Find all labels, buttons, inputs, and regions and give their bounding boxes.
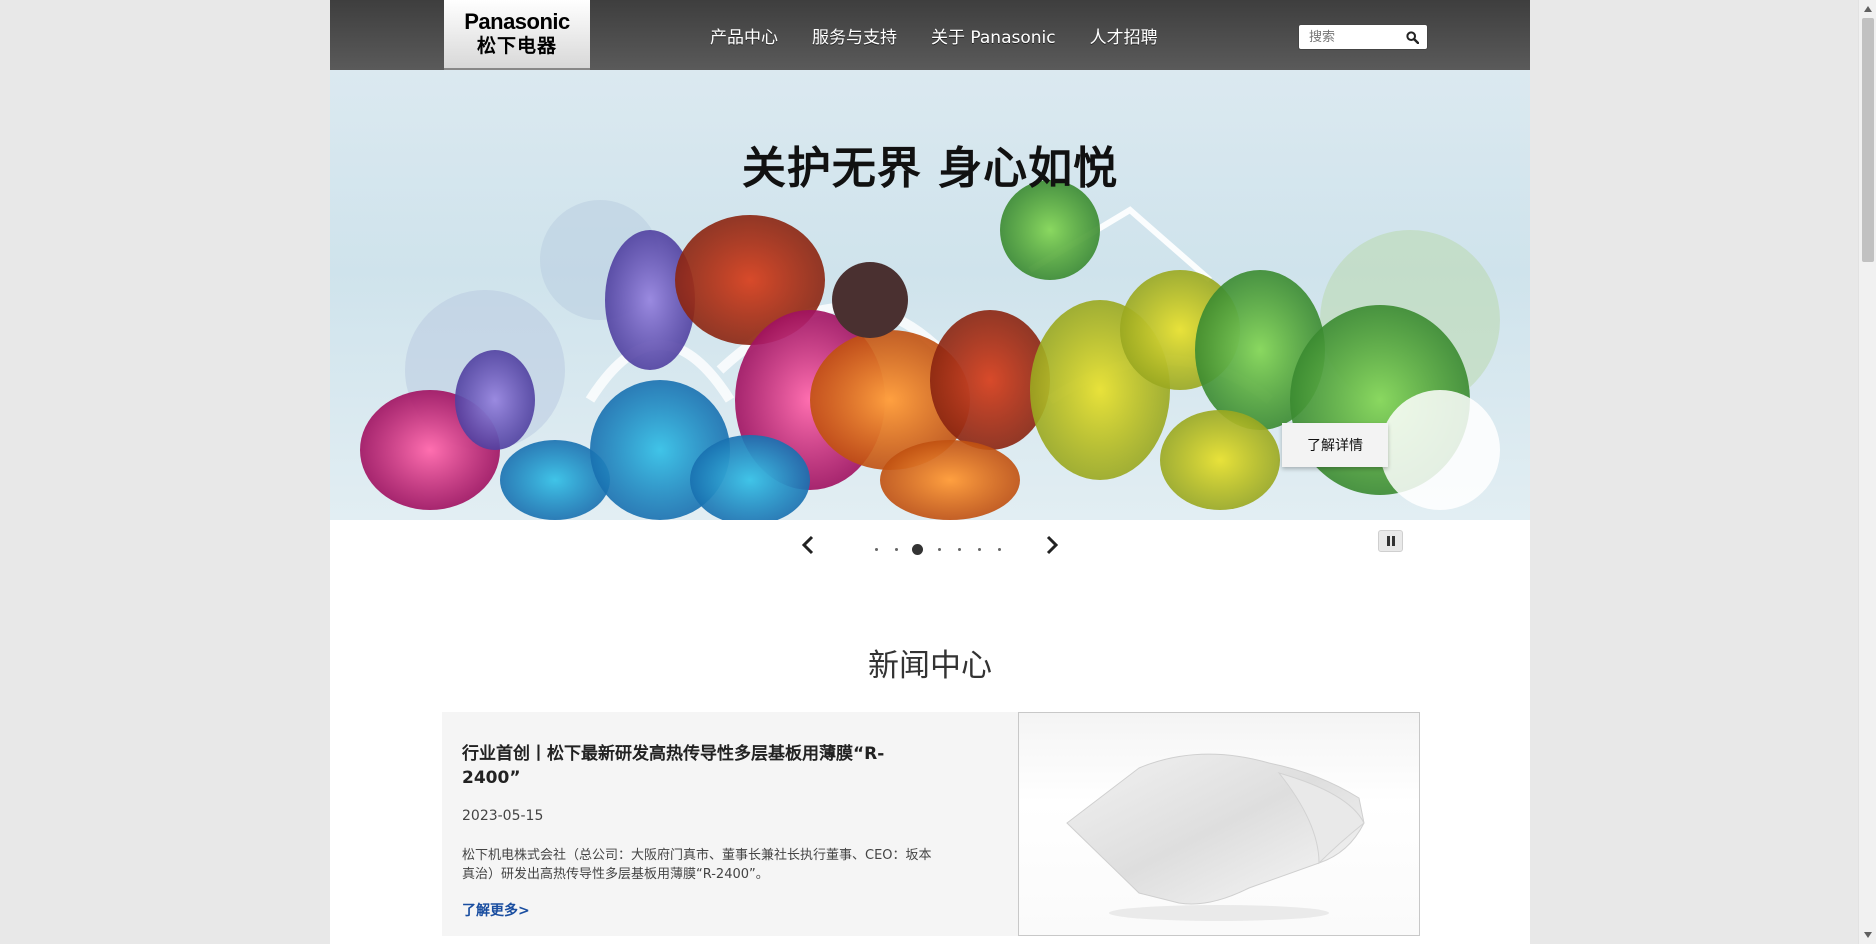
- carousel-next-button[interactable]: [1040, 532, 1064, 558]
- main-nav: 产品中心 服务与支持 关于 Panasonic 人才招聘: [710, 0, 1192, 70]
- site-header: Panasonic 松下电器 产品中心 服务与支持 关于 Panasonic 人…: [330, 0, 1530, 70]
- news-card: 行业首创丨松下最新研发高热传导性多层基板用薄膜“R-2400” 2023-05-…: [442, 712, 1420, 936]
- news-section-title: 新闻中心: [868, 648, 992, 684]
- scroll-thumb[interactable]: [1862, 18, 1874, 262]
- carousel-controls: [330, 520, 1530, 570]
- news-headline[interactable]: 行业首创丨松下最新研发高热传导性多层基板用薄膜“R-2400”: [462, 742, 942, 790]
- nav-careers[interactable]: 人才招聘: [1090, 23, 1158, 48]
- scroll-up-icon[interactable]: [1863, 4, 1873, 14]
- nav-service-support[interactable]: 服务与支持: [812, 23, 897, 48]
- search-input[interactable]: [1299, 26, 1399, 48]
- carousel-dot[interactable]: [997, 548, 1001, 551]
- logo-brand-cn: 松下电器: [476, 35, 557, 57]
- carousel-dot[interactable]: [977, 548, 981, 551]
- pause-icon-bar: [1391, 536, 1395, 546]
- chevron-right-icon: [1046, 535, 1059, 555]
- pause-icon-bar: [1386, 536, 1390, 546]
- news-image[interactable]: [1018, 712, 1420, 936]
- nav-about[interactable]: 关于 Panasonic: [931, 23, 1056, 48]
- hero-learn-more-button[interactable]: 了解详情: [1282, 423, 1388, 467]
- chevron-left-icon: [801, 535, 814, 555]
- page-scrollbar[interactable]: [1858, 0, 1876, 944]
- carousel-dot[interactable]: [874, 548, 878, 551]
- panasonic-logo[interactable]: Panasonic 松下电器: [444, 0, 590, 70]
- carousel-prev-button[interactable]: [796, 532, 820, 558]
- news-summary: 松下机电株式会社（总公司：大阪府门真市、董事长兼社长执行董事、CEO：坂本真治）…: [462, 848, 932, 882]
- news-more-link[interactable]: 了解更多>: [462, 900, 530, 920]
- hero-title: 关护无界 身心如悦: [741, 143, 1119, 194]
- search-box: [1298, 24, 1428, 50]
- carousel-dot[interactable]: [937, 548, 941, 551]
- film-image: [1066, 753, 1365, 921]
- search-button[interactable]: [1399, 25, 1425, 49]
- nav-products[interactable]: 产品中心: [710, 23, 778, 48]
- news-text: 行业首创丨松下最新研发高热传导性多层基板用薄膜“R-2400” 2023-05-…: [462, 742, 942, 920]
- carousel-dots: [866, 544, 1009, 555]
- carousel-dot[interactable]: [957, 548, 961, 551]
- carousel-pause-button[interactable]: [1378, 530, 1403, 552]
- page-container: Panasonic 松下电器 产品中心 服务与支持 关于 Panasonic 人…: [330, 0, 1530, 944]
- logo-brand: Panasonic: [464, 9, 570, 34]
- hero-banner[interactable]: 关护无界 身心如悦 了解详情: [330, 70, 1530, 520]
- news-date: 2023-05-15: [462, 808, 544, 824]
- carousel-dot[interactable]: [894, 548, 898, 551]
- search-icon: [1405, 30, 1419, 44]
- scroll-down-icon[interactable]: [1863, 930, 1873, 940]
- carousel-dot[interactable]: [912, 544, 923, 555]
